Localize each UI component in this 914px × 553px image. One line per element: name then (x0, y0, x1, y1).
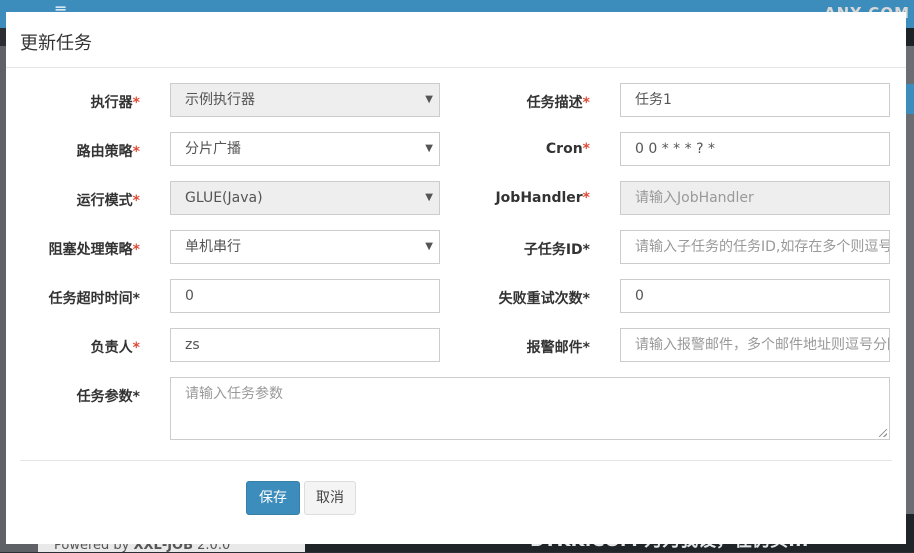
executor-label: 执行器* (90, 95, 140, 111)
cron-input[interactable]: 0 0 * * * ? * (620, 132, 890, 166)
route-strategy-value: 分片广播 (185, 141, 241, 157)
caret-down-icon: ▼ (425, 143, 433, 154)
params-label: 任务参数* (76, 389, 140, 405)
owner-label: 负责人* (90, 340, 140, 356)
block-strategy-label: 阻塞处理策略* (48, 242, 140, 258)
route-strategy-select[interactable]: 分片广播 ▼ (170, 132, 440, 166)
caret-down-icon: ▼ (425, 94, 433, 105)
description-input[interactable]: 任务1 (620, 83, 890, 117)
route-strategy-label: 路由策略* (76, 144, 140, 160)
run-mode-value: GLUE(Java) (185, 190, 263, 206)
modal-footer-divider (20, 460, 892, 461)
modal-header-divider (6, 67, 906, 68)
timeout-input[interactable]: 0 (170, 279, 440, 313)
block-strategy-value: 单机串行 (185, 239, 241, 255)
alarm-email-label: 报警邮件* (526, 340, 590, 356)
job-handler-label: JobHandler* (495, 190, 590, 206)
block-strategy-select[interactable]: 单机串行 ▼ (170, 230, 440, 264)
owner-input[interactable]: zs (170, 328, 440, 362)
params-placeholder: 请输入任务参数 (185, 386, 283, 402)
params-textarea[interactable]: 请输入任务参数 (170, 377, 890, 440)
background-blue-button (906, 84, 914, 114)
resize-handle-icon[interactable] (879, 429, 887, 437)
executor-value: 示例执行器 (185, 92, 255, 108)
child-job-id-input[interactable]: 请输入子任务的任务ID,如存在多个则逗号分隔 (620, 230, 890, 264)
executor-select: 示例执行器 ▼ (170, 83, 440, 117)
child-job-id-label: 子任务ID* (523, 242, 590, 258)
retry-count-label: 失败重试次数* (498, 291, 590, 307)
run-mode-select: GLUE(Java) ▼ (170, 181, 440, 215)
cron-label: Cron* (545, 141, 590, 157)
caret-down-icon: ▼ (425, 192, 433, 203)
cancel-button[interactable]: 取消 (304, 481, 356, 515)
update-task-modal: 更新任务 执行器* 示例执行器 ▼ 路由策略* 分片广播 ▼ 运行模式* GLU… (6, 12, 906, 544)
timeout-label: 任务超时时间* (48, 291, 140, 307)
alarm-email-input[interactable]: 请输入报警邮件，多个邮件地址则逗号分隔 (620, 328, 890, 362)
modal-title: 更新任务 (20, 33, 92, 54)
retry-count-input[interactable]: 0 (620, 279, 890, 313)
save-button[interactable]: 保存 (246, 481, 300, 515)
description-label: 任务描述* (526, 95, 590, 111)
background-right-panel (906, 46, 914, 516)
job-handler-input: 请输入JobHandler (620, 181, 890, 215)
run-mode-label: 运行模式* (76, 193, 140, 209)
caret-down-icon: ▼ (425, 241, 433, 252)
modal-header: 更新任务 (6, 12, 640, 67)
